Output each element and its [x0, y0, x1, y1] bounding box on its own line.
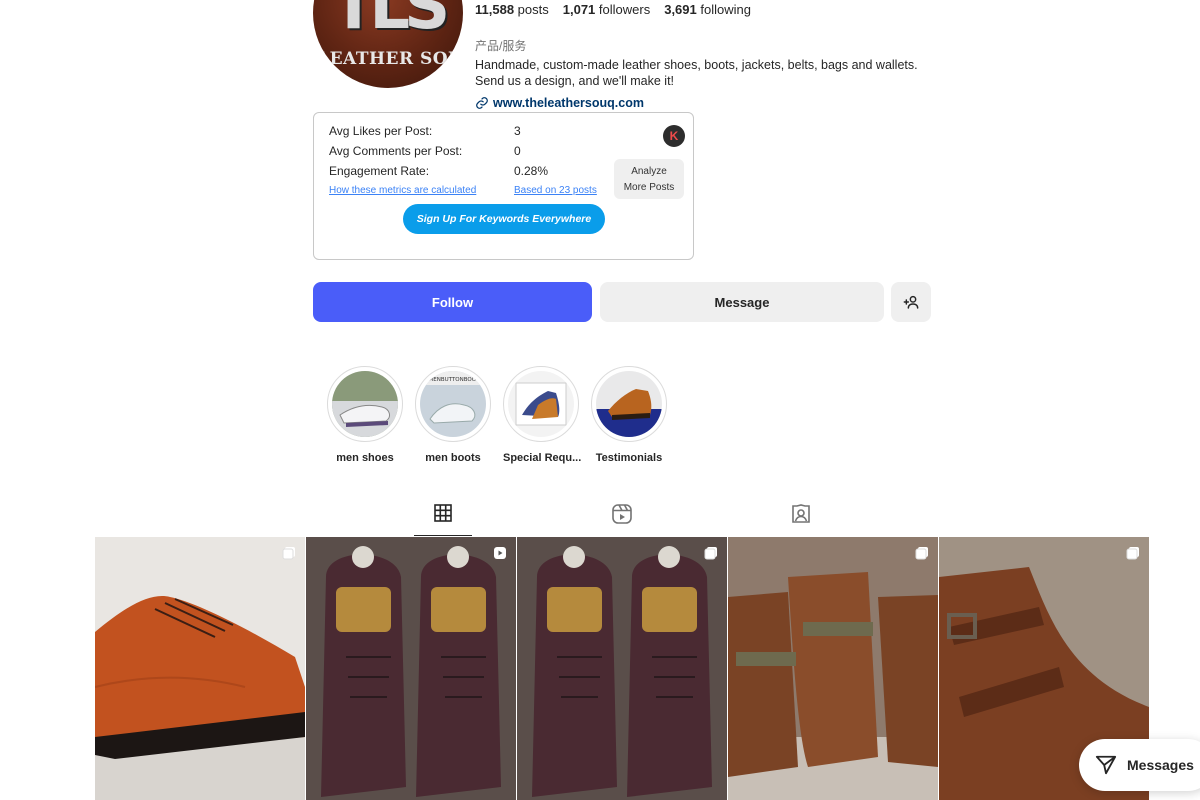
post-image [95, 537, 305, 800]
posts-stat: 11,588 posts [475, 2, 549, 17]
tab-posts[interactable] [414, 503, 472, 536]
keywords-everywhere-metrics: Avg Likes per Post: 3 Avg Comments per P… [313, 112, 694, 260]
analyze-line: More Posts [623, 182, 675, 193]
highlight-thumbnail: @MENBUTTONBOOTS [420, 371, 486, 437]
highlight-thumbnail [332, 371, 398, 437]
follow-button[interactable]: Follow [313, 282, 592, 322]
keywords-everywhere-icon[interactable]: K [663, 125, 685, 147]
post-image [517, 537, 727, 800]
avatar-monogram: TLS [331, 0, 451, 44]
analyze-more-posts-button[interactable]: Analyze More Posts [614, 159, 684, 199]
post-tile[interactable] [306, 537, 516, 800]
highlight-ring [327, 366, 403, 442]
signup-keywords-button[interactable]: Sign Up For Keywords Everywhere [403, 204, 605, 234]
website-link[interactable]: www.theleathersouq.com [475, 96, 644, 110]
analyze-line: Analyze [631, 166, 667, 177]
reels-icon [612, 504, 632, 524]
message-button[interactable]: Message [600, 282, 884, 322]
how-calculated-link[interactable]: How these metrics are calculated [329, 185, 476, 196]
suggested-users-button[interactable] [891, 282, 931, 322]
highlight-special-requests[interactable]: Special Requ... [503, 366, 582, 464]
highlight-men-boots[interactable]: @MENBUTTONBOOTS men boots [415, 366, 491, 464]
send-icon [1095, 755, 1117, 775]
avg-likes-value: 3 [514, 124, 521, 138]
engagement-label: Engagement Rate: [329, 164, 430, 178]
messages-button[interactable]: Messages [1079, 739, 1200, 791]
highlight-thumbnail [508, 371, 574, 437]
post-image [728, 537, 938, 800]
highlight-label: Testimonials [595, 452, 663, 464]
profile-avatar[interactable]: TLS E LEATHER SOUQ [313, 0, 463, 88]
highlight-ring: @MENBUTTONBOOTS [415, 366, 491, 442]
carousel-icon [704, 547, 717, 560]
highlight-label: Special Requ... [503, 452, 582, 464]
tab-reels[interactable] [593, 503, 651, 536]
followers-stat[interactable]: 1,071 followers [563, 2, 650, 17]
carousel-icon [1126, 547, 1139, 560]
add-user-icon [903, 295, 919, 309]
highlight-testimonials[interactable]: Testimonials [591, 366, 667, 464]
bio-line: Handmade, custom-made leather shoes, boo… [475, 58, 918, 72]
based-on-posts-link[interactable]: Based on 23 posts [514, 185, 597, 196]
highlight-thumbnail [596, 371, 662, 437]
highlight-thumb-text: @MENBUTTONBOOTS [423, 377, 483, 383]
highlight-label: men boots [425, 452, 481, 464]
engagement-value: 0.28% [514, 164, 549, 178]
reel-icon [494, 547, 506, 559]
tagged-icon [792, 504, 810, 523]
highlight-men-shoes[interactable]: men shoes [327, 366, 403, 464]
avg-likes-label: Avg Likes per Post: [329, 124, 433, 138]
highlight-ring [591, 366, 667, 442]
carousel-icon [282, 547, 295, 560]
profile-bio: Handmade, custom-made leather shoes, boo… [475, 57, 935, 89]
bio-line: Send us a design, and we'll make it! [475, 74, 675, 88]
post-tile[interactable] [95, 537, 305, 800]
avatar-brand-text: E LEATHER SOUQ [313, 49, 463, 69]
grid-icon [434, 504, 452, 522]
profile-stats: 11,588 posts 1,071 followers 3,691 follo… [475, 2, 751, 17]
messages-label: Messages [1127, 757, 1194, 773]
highlight-label: men shoes [336, 452, 394, 464]
profile-category: 产品/服务 [475, 39, 527, 53]
post-tile[interactable] [517, 537, 727, 800]
post-tile[interactable] [728, 537, 938, 800]
website-text: www.theleathersouq.com [493, 96, 644, 110]
avg-comments-label: Avg Comments per Post: [329, 144, 463, 158]
highlight-ring [503, 366, 579, 442]
post-image [306, 537, 516, 800]
carousel-icon [915, 547, 928, 560]
following-stat[interactable]: 3,691 following [664, 2, 751, 17]
tab-tagged[interactable] [772, 503, 830, 536]
link-icon [476, 97, 488, 109]
avg-comments-value: 0 [514, 144, 521, 158]
